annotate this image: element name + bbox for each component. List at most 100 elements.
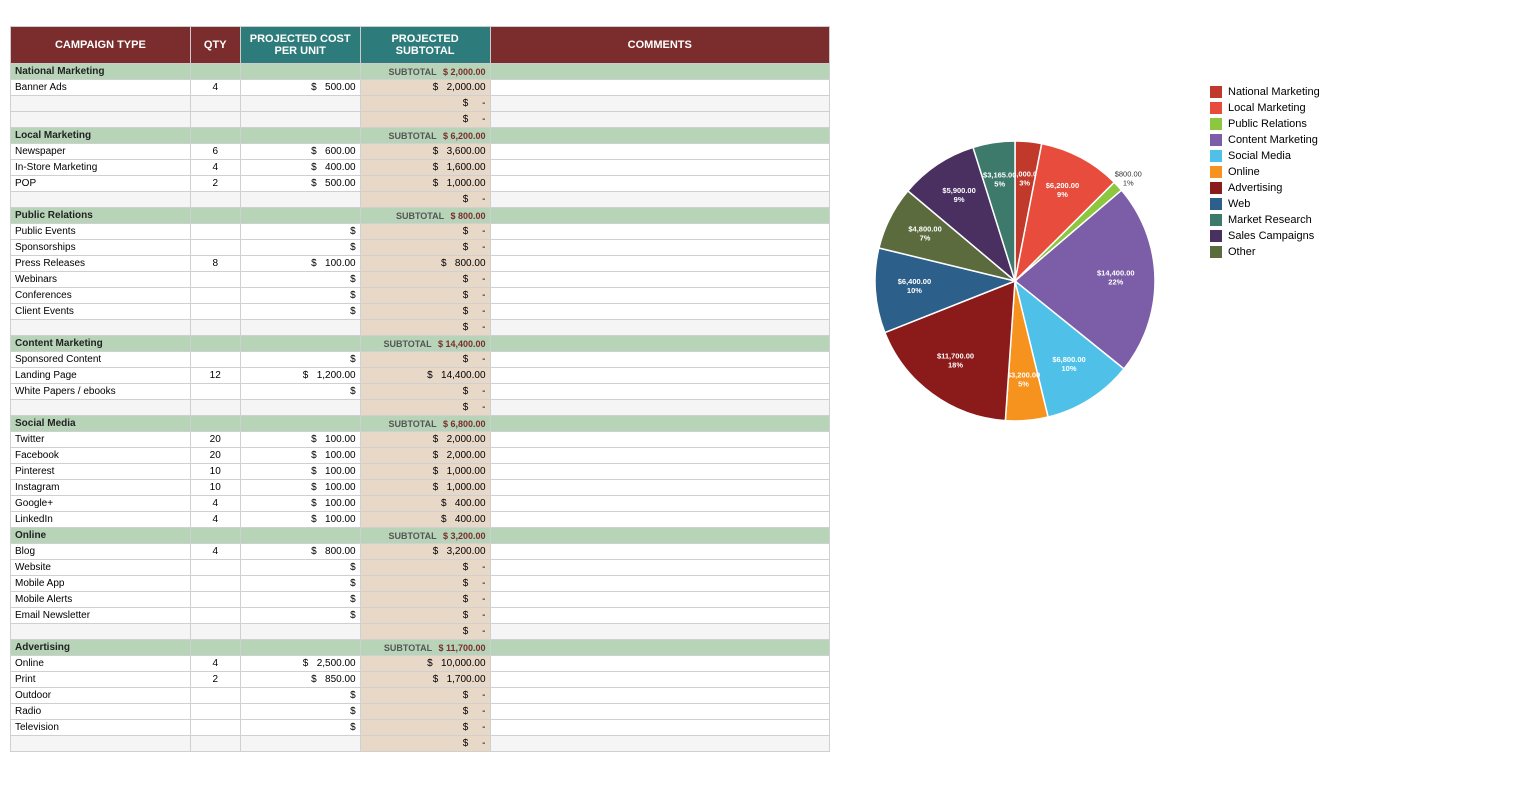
item-name: POP (11, 176, 191, 192)
table-row: Banner Ads 4 $ 500.00 $ 2,000.00 (11, 80, 830, 96)
item-name: Webinars (11, 272, 191, 288)
item-name: Banner Ads (11, 80, 191, 96)
item-name: Radio (11, 704, 191, 720)
item-name: Press Releases (11, 256, 191, 272)
category-row: National Marketing SUBTOTAL $ 2,000.00 (11, 64, 830, 80)
item-comment (490, 160, 829, 176)
legend-label: Web (1228, 198, 1250, 210)
item-comment (490, 464, 829, 480)
item-comment (490, 688, 829, 704)
item-comment (490, 320, 829, 336)
item-qty: 4 (190, 80, 240, 96)
item-qty (190, 592, 240, 608)
item-name: Mobile App (11, 576, 191, 592)
item-cost: $ 2,500.00 (240, 656, 360, 672)
item-comment (490, 224, 829, 240)
item-name: Sponsored Content (11, 352, 191, 368)
legend-label: Advertising (1228, 182, 1282, 194)
item-qty: 12 (190, 368, 240, 384)
item-comment (490, 480, 829, 496)
item-comment (490, 144, 829, 160)
item-cost: $ (240, 384, 360, 400)
item-subtotal: $ - (360, 240, 490, 256)
item-comment (490, 736, 829, 752)
table-row: Public Events $ $ - (11, 224, 830, 240)
item-comment (490, 176, 829, 192)
item-qty: 2 (190, 176, 240, 192)
item-name (11, 96, 191, 112)
item-qty (190, 272, 240, 288)
item-cost: $ 1,200.00 (240, 368, 360, 384)
item-name: Television (11, 720, 191, 736)
col-comments: COMMENTS (490, 27, 829, 64)
table-row: Blog 4 $ 800.00 $ 3,200.00 (11, 544, 830, 560)
table-row: In-Store Marketing 4 $ 400.00 $ 1,600.00 (11, 160, 830, 176)
item-cost: $ (240, 608, 360, 624)
item-subtotal: $ - (360, 560, 490, 576)
item-name (11, 320, 191, 336)
item-qty (190, 560, 240, 576)
table-row: Mobile App $ $ - (11, 576, 830, 592)
item-comment (490, 672, 829, 688)
item-subtotal: $ - (360, 592, 490, 608)
item-comment (490, 96, 829, 112)
item-qty: 4 (190, 544, 240, 560)
item-comment (490, 576, 829, 592)
item-name (11, 624, 191, 640)
item-qty (190, 400, 240, 416)
item-cost: $ 100.00 (240, 432, 360, 448)
item-cost: $ (240, 352, 360, 368)
item-comment (490, 512, 829, 528)
legend-item: National Marketing (1210, 86, 1320, 98)
legend-label: Other (1228, 246, 1256, 258)
item-name: Client Events (11, 304, 191, 320)
item-subtotal: $ - (360, 224, 490, 240)
legend-label: Sales Campaigns (1228, 230, 1314, 242)
item-qty (190, 304, 240, 320)
table-row: Google+ 4 $ 100.00 $ 400.00 (11, 496, 830, 512)
item-subtotal: $ - (360, 320, 490, 336)
table-row: Facebook 20 $ 100.00 $ 2,000.00 (11, 448, 830, 464)
table-row: $ - (11, 96, 830, 112)
item-subtotal: $ - (360, 704, 490, 720)
item-comment (490, 352, 829, 368)
item-name: Public Events (11, 224, 191, 240)
item-qty: 6 (190, 144, 240, 160)
item-cost: $ (240, 560, 360, 576)
category-row: Local Marketing SUBTOTAL $ 6,200.00 (11, 128, 830, 144)
item-subtotal: $ - (360, 608, 490, 624)
item-name: Outdoor (11, 688, 191, 704)
chart-legend: National Marketing Local Marketing Publi… (1210, 86, 1320, 258)
item-qty (190, 320, 240, 336)
legend-color-swatch (1210, 246, 1222, 258)
item-qty (190, 688, 240, 704)
item-name (11, 192, 191, 208)
table-row: $ - (11, 320, 830, 336)
item-cost: $ 850.00 (240, 672, 360, 688)
item-subtotal: $ 3,600.00 (360, 144, 490, 160)
category-name: National Marketing (11, 64, 191, 80)
item-cost: $ 100.00 (240, 496, 360, 512)
table-row: Webinars $ $ - (11, 272, 830, 288)
item-cost: $ 100.00 (240, 512, 360, 528)
item-cost (240, 736, 360, 752)
item-cost: $ 100.00 (240, 464, 360, 480)
pie-label-external: $800.001% (1115, 170, 1142, 188)
item-subtotal: $ 10,000.00 (360, 656, 490, 672)
item-subtotal: $ - (360, 400, 490, 416)
legend-item: Content Marketing (1210, 134, 1320, 146)
item-comment (490, 544, 829, 560)
item-cost: $ 800.00 (240, 544, 360, 560)
pie-chart: $2,000.003%$6,200.009%$14,400.0022%$6,80… (850, 86, 1190, 469)
item-subtotal: $ 400.00 (360, 512, 490, 528)
item-subtotal: $ 3,200.00 (360, 544, 490, 560)
legend-label: Public Relations (1228, 118, 1307, 130)
item-subtotal: $ - (360, 288, 490, 304)
item-cost (240, 400, 360, 416)
category-name: Online (11, 528, 191, 544)
category-row: Advertising SUBTOTAL $ 11,700.00 (11, 640, 830, 656)
item-cost: $ (240, 704, 360, 720)
item-cost: $ 500.00 (240, 176, 360, 192)
legend-item: Market Research (1210, 214, 1320, 226)
item-subtotal: $ - (360, 352, 490, 368)
